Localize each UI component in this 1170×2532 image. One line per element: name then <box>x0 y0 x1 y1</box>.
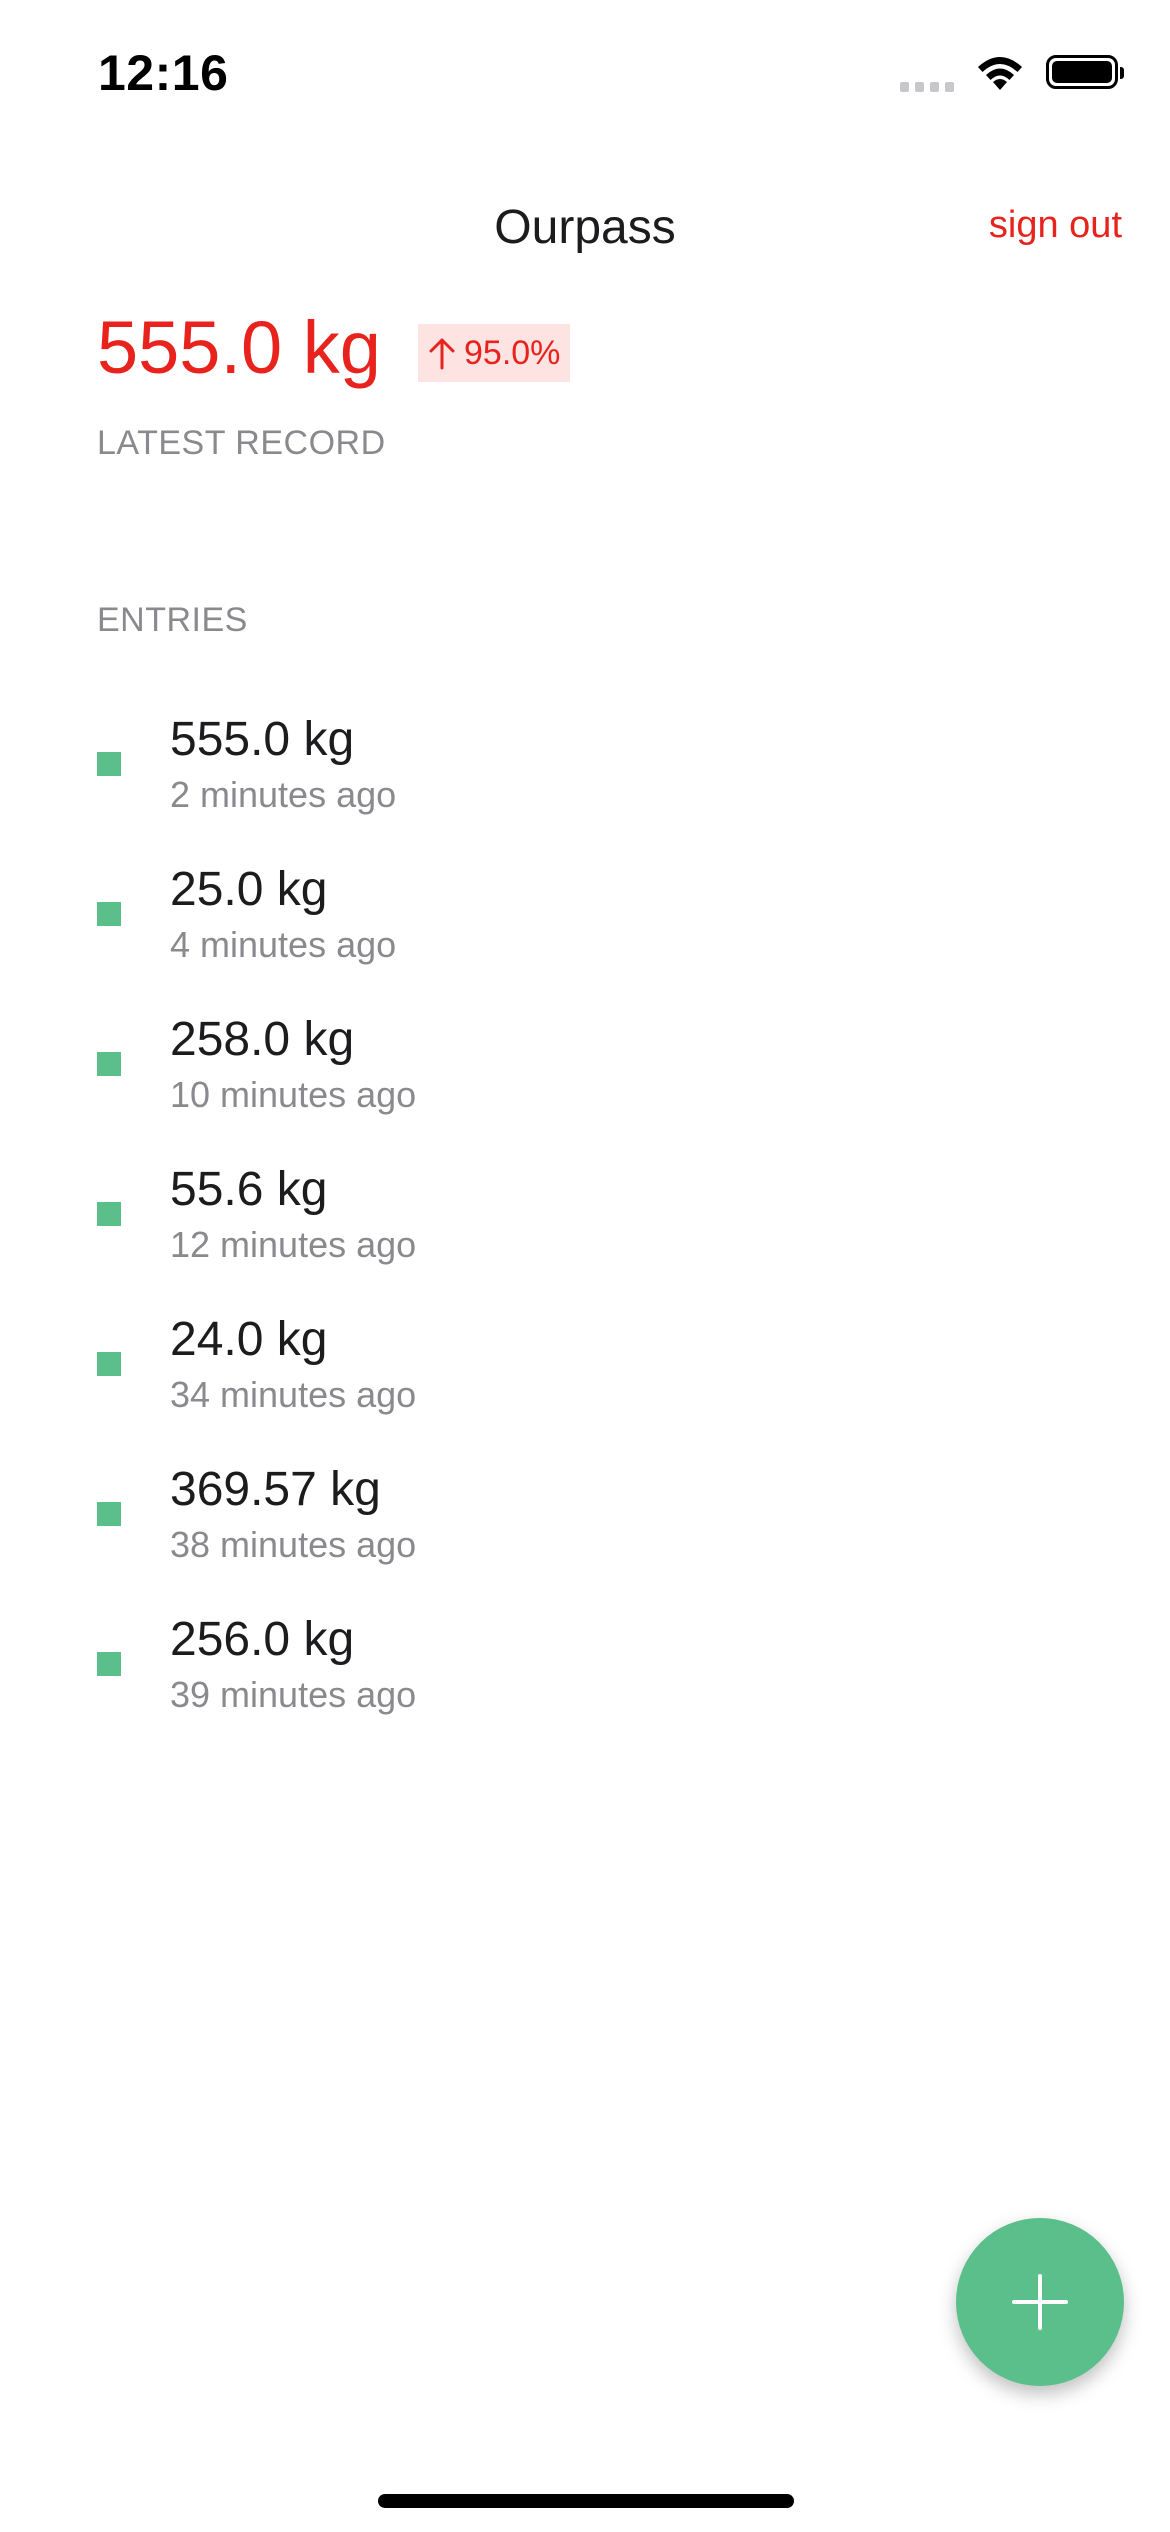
entry-time: 12 minutes ago <box>170 1224 417 1265</box>
change-percent: 95.0% <box>464 333 561 372</box>
latest-record-value: 555.0 kg <box>97 306 381 389</box>
add-entry-button[interactable] <box>956 2218 1124 2386</box>
list-item[interactable]: 55.6 kg 12 minutes ago <box>0 1162 1170 1312</box>
status-bar: 12:16 <box>0 0 1170 150</box>
wifi-icon <box>978 57 1022 90</box>
entries-list: 555.0 kg 2 minutes ago 25.0 kg 4 minutes… <box>0 712 1170 1762</box>
entry-value: 555.0 kg <box>170 713 355 766</box>
status-icons <box>900 52 1124 92</box>
entry-time: 34 minutes ago <box>170 1374 417 1415</box>
entry-time: 4 minutes ago <box>170 924 397 965</box>
entry-value: 24.0 kg <box>170 1313 328 1366</box>
entry-marker-icon <box>97 1652 121 1676</box>
entry-value: 369.57 kg <box>170 1463 381 1516</box>
status-time: 12:16 <box>98 45 229 101</box>
entry-marker-icon <box>97 1052 121 1076</box>
list-item[interactable]: 555.0 kg 2 minutes ago <box>0 712 1170 862</box>
entry-marker-icon <box>97 1352 121 1376</box>
entry-time: 10 minutes ago <box>170 1074 417 1115</box>
list-item[interactable]: 369.57 kg 38 minutes ago <box>0 1462 1170 1612</box>
battery-icon <box>1046 55 1124 89</box>
list-item[interactable]: 25.0 kg 4 minutes ago <box>0 862 1170 1012</box>
entry-value: 55.6 kg <box>170 1163 328 1216</box>
entry-value: 258.0 kg <box>170 1013 355 1066</box>
entry-marker-icon <box>97 1202 121 1226</box>
entry-time: 39 minutes ago <box>170 1674 417 1715</box>
list-item[interactable]: 24.0 kg 34 minutes ago <box>0 1312 1170 1462</box>
entries-label: ENTRIES <box>97 601 248 639</box>
change-badge: 95.0% <box>418 324 571 382</box>
entry-marker-icon <box>97 752 121 776</box>
entry-value: 25.0 kg <box>170 863 328 916</box>
cellular-signal-icon <box>900 52 954 92</box>
entry-marker-icon <box>97 902 121 926</box>
arrow-up-icon <box>429 338 455 370</box>
plus-icon <box>1012 2274 1068 2330</box>
list-item[interactable]: 256.0 kg 39 minutes ago <box>0 1612 1170 1762</box>
sign-out-button[interactable]: sign out <box>989 204 1122 247</box>
latest-record-label: LATEST RECORD <box>97 424 386 462</box>
home-indicator[interactable] <box>378 2494 794 2508</box>
entry-value: 256.0 kg <box>170 1613 355 1666</box>
entry-time: 38 minutes ago <box>170 1524 417 1565</box>
entry-marker-icon <box>97 1502 121 1526</box>
list-item[interactable]: 258.0 kg 10 minutes ago <box>0 1012 1170 1162</box>
entry-time: 2 minutes ago <box>170 774 397 815</box>
